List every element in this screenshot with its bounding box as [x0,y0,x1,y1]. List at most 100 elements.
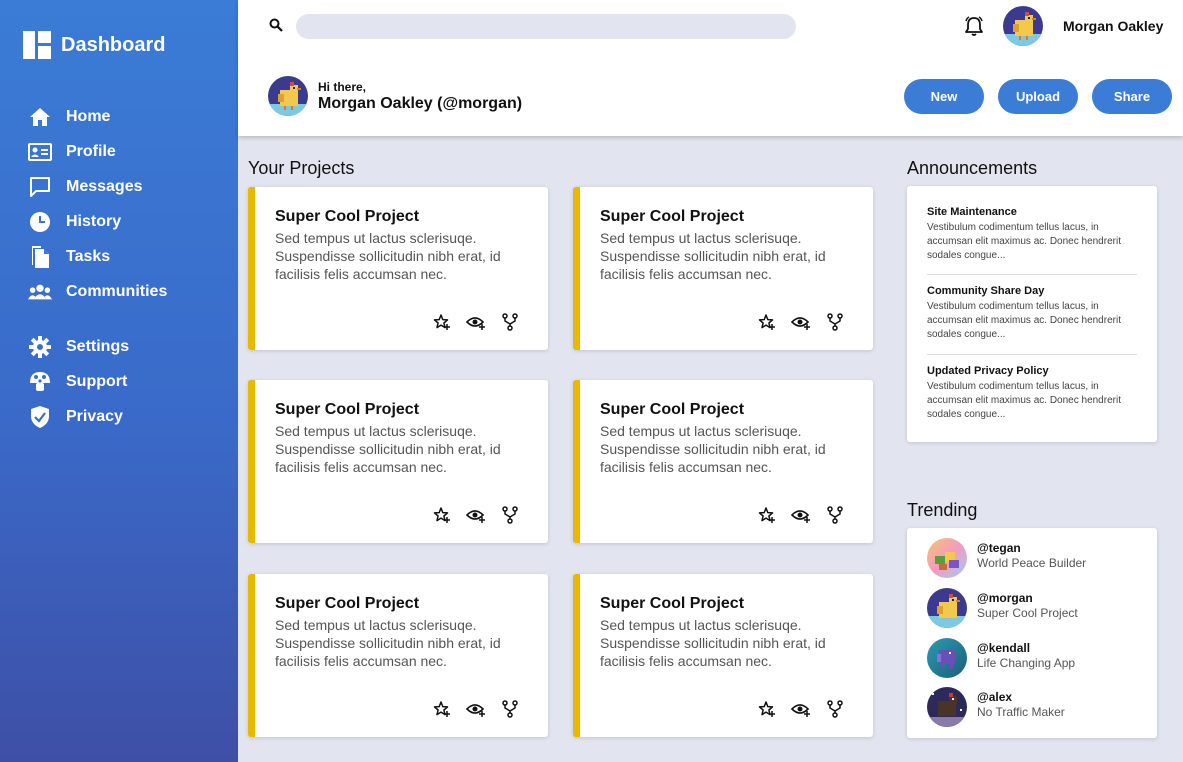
brand[interactable]: Dashboard [23,31,165,59]
trending-handle: @alex [977,690,1013,704]
star-add-icon[interactable] [432,505,452,525]
trending-project: No Traffic Maker [977,705,1065,719]
project-actions [757,699,845,719]
announcements-panel: Site Maintenance Vestibulum codimentum t… [907,186,1157,442]
trending-project: World Peace Builder [977,556,1087,570]
project-card[interactable]: Super Cool Project Sed tempus ut lactus s… [573,187,873,350]
star-add-icon[interactable] [757,505,777,525]
fork-icon[interactable] [500,312,520,332]
sidebar-nav: Home Profile Messages History Tasks Comm… [28,99,228,434]
upload-button[interactable]: Upload [998,79,1078,114]
search-input[interactable] [296,14,796,39]
project-desc: Sed tempus ut lactus sclerisuqe. Suspend… [275,617,501,669]
message-icon [28,175,52,199]
project-card[interactable]: Super Cool Project Sed tempus ut lactus s… [573,380,873,543]
project-actions [432,505,520,525]
trending-project: Life Changing App [977,656,1076,670]
project-actions [757,312,845,332]
trending-item[interactable]: @alex No Traffic Maker [927,687,1147,727]
project-title: Super Cool Project [600,401,745,418]
fork-icon[interactable] [825,699,845,719]
sidebar-item-label: Tasks [66,247,111,265]
shield-icon [28,405,52,429]
project-title: Super Cool Project [275,595,420,612]
project-desc: Sed tempus ut lactus sclerisuqe. Suspend… [275,230,501,282]
sidebar-item-communities[interactable]: Communities [28,274,228,309]
fork-icon[interactable] [825,312,845,332]
sidebar-item-settings[interactable]: Settings [28,329,228,364]
project-card[interactable]: Super Cool Project Sed tempus ut lactus s… [248,187,548,350]
sidebar-item-label: Profile [66,142,116,160]
announcement-desc: Vestibulum codimentum tellus lacus, in a… [927,301,1121,340]
mushroom-icon [28,370,52,394]
watch-add-icon[interactable] [466,312,486,332]
project-title: Super Cool Project [275,208,420,225]
fork-icon[interactable] [500,505,520,525]
sidebar-item-privacy[interactable]: Privacy [28,399,228,434]
trending-handle: @tegan [977,541,1021,555]
watch-add-icon[interactable] [791,312,811,332]
project-title: Super Cool Project [600,595,745,612]
trending-item[interactable]: @tegan World Peace Builder [927,538,1147,578]
announcement-item[interactable]: Site Maintenance Vestibulum codimentum t… [927,206,1137,263]
watch-add-icon[interactable] [466,505,486,525]
trending-panel: @tegan World Peace Builder @morgan Super… [907,528,1157,738]
watch-add-icon[interactable] [791,699,811,719]
sidebar-item-home[interactable]: Home [28,99,228,134]
search-icon[interactable] [269,18,283,37]
announcement-title: Site Maintenance [927,206,1017,218]
announcement-title: Community Share Day [927,285,1045,297]
gear-icon [28,335,52,359]
project-card[interactable]: Super Cool Project Sed tempus ut lactus s… [248,380,548,543]
avatar[interactable] [1003,6,1043,46]
avatar [927,538,967,578]
star-add-icon[interactable] [432,699,452,719]
new-button[interactable]: New [904,79,984,114]
watch-add-icon[interactable] [791,505,811,525]
sidebar-item-profile[interactable]: Profile [28,134,228,169]
announcements-heading: Announcements [907,158,1038,178]
star-add-icon[interactable] [432,312,452,332]
star-add-icon[interactable] [757,312,777,332]
home-icon [28,105,52,129]
greeting: Hi there, [318,80,367,94]
project-desc: Sed tempus ut lactus sclerisuqe. Suspend… [600,423,826,475]
project-card[interactable]: Super Cool Project Sed tempus ut lactus s… [248,574,548,737]
sidebar-item-label: Messages [66,177,143,195]
people-icon [28,280,52,304]
clock-icon [28,210,52,234]
sidebar-item-support[interactable]: Support [28,364,228,399]
project-actions [432,699,520,719]
fork-icon[interactable] [825,505,845,525]
announcement-title: Updated Privacy Policy [927,365,1049,377]
sidebar-item-tasks[interactable]: Tasks [28,239,228,274]
announcement-item[interactable]: Community Share Day Vestibulum codimentu… [927,285,1137,342]
divider [927,274,1137,275]
header-username[interactable]: Morgan Oakley [1063,18,1163,34]
dashboard-logo-icon [23,31,51,59]
watch-add-icon[interactable] [466,699,486,719]
sidebar-item-messages[interactable]: Messages [28,169,228,204]
project-desc: Sed tempus ut lactus sclerisuqe. Suspend… [600,617,826,669]
profile-card-icon [28,140,52,164]
divider [927,354,1137,355]
project-card[interactable]: Super Cool Project Sed tempus ut lactus s… [573,574,873,737]
trending-handle: @kendall [977,641,1031,655]
share-button[interactable]: Share [1092,79,1172,114]
fork-icon[interactable] [500,699,520,719]
star-add-icon[interactable] [757,699,777,719]
trending-item[interactable]: @morgan Super Cool Project [927,588,1147,628]
sidebar: Dashboard Home Profile Messages History [0,0,238,762]
project-actions [432,312,520,332]
sidebar-item-history[interactable]: History [28,204,228,239]
bell-icon[interactable] [963,15,985,42]
sidebar-item-label: History [66,212,122,230]
project-actions [757,505,845,525]
trending-item[interactable]: @kendall Life Changing App [927,638,1147,678]
trending-handle: @morgan [977,591,1033,605]
project-title: Super Cool Project [600,208,745,225]
sidebar-item-label: Settings [66,337,130,355]
sidebar-item-label: Home [66,107,111,125]
project-desc: Sed tempus ut lactus sclerisuqe. Suspend… [600,230,826,282]
announcement-item[interactable]: Updated Privacy Policy Vestibulum codime… [927,365,1137,422]
